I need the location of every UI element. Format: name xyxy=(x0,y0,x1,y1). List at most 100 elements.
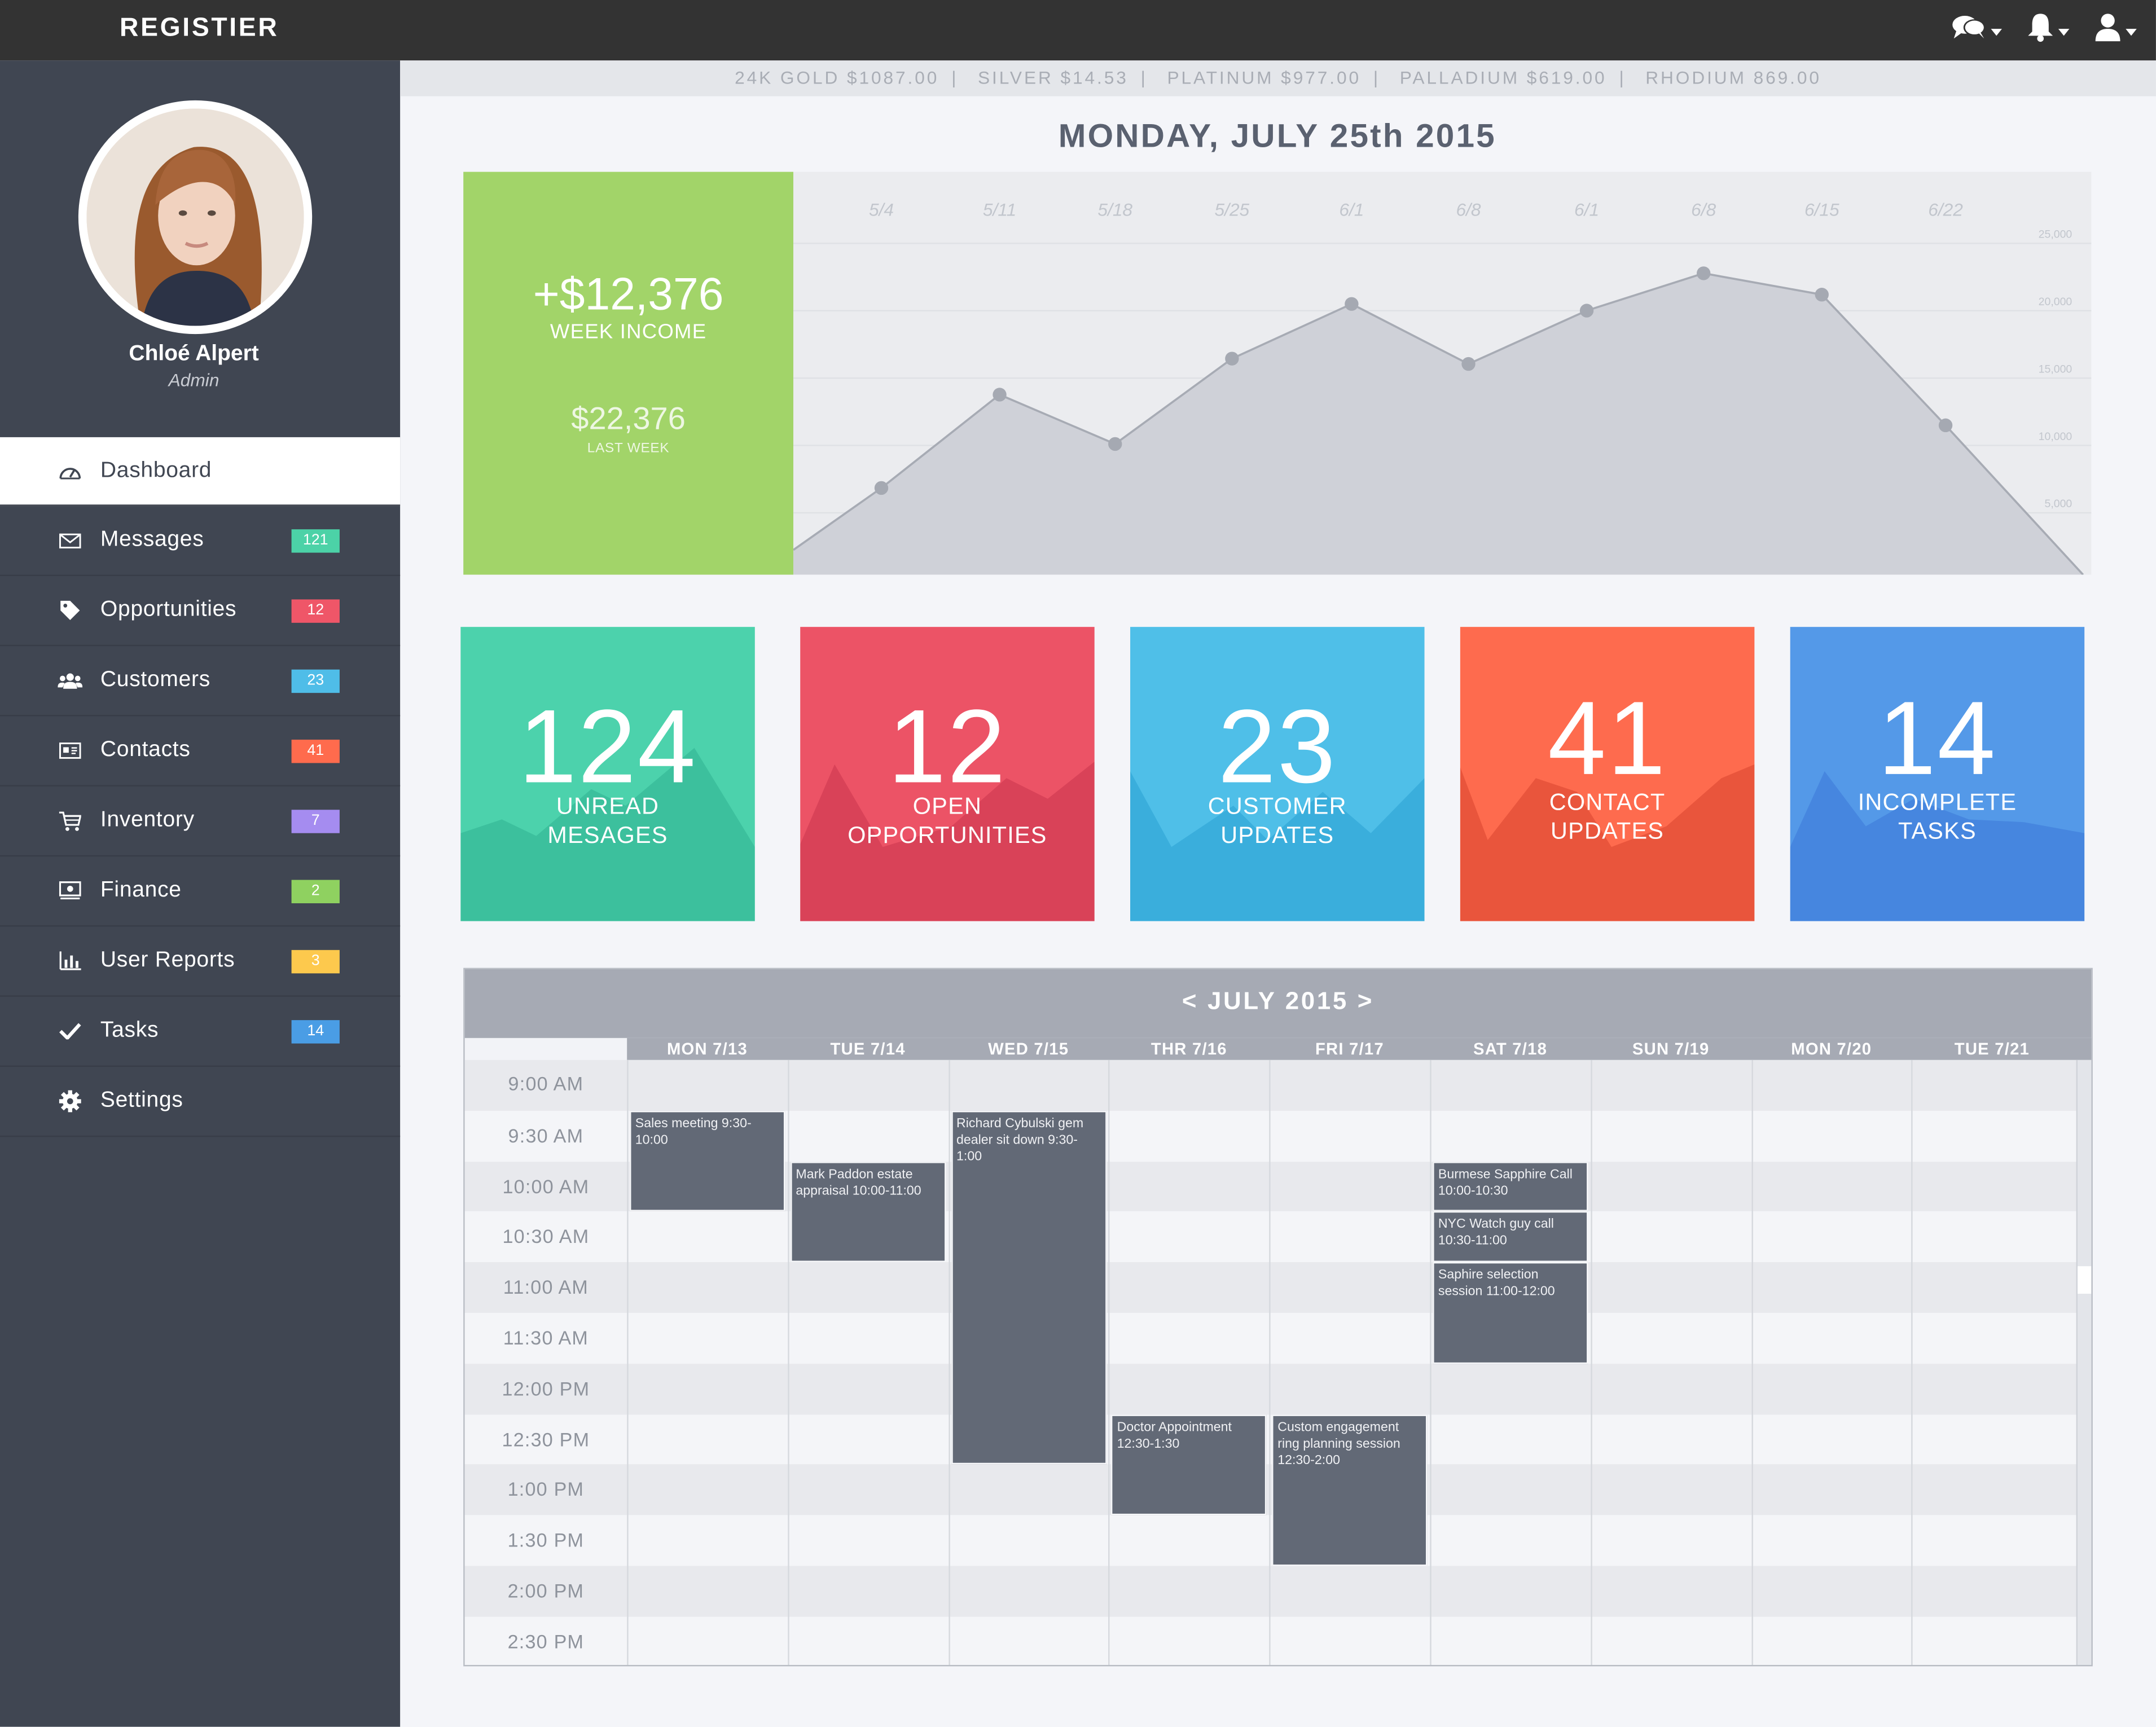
dashboard-icon xyxy=(58,460,82,482)
calendar-event[interactable]: Mark Paddon estate appraisal 10:00-11:00 xyxy=(790,1161,946,1263)
calendar-day-headers: MON 7/13 TUE 7/14 WED 7/15 THR 7/16 FRI 7/17… xyxy=(627,1038,2092,1060)
count-badge: 12 xyxy=(291,599,340,622)
calendar-month-nav[interactable]: < JULY 2015 > xyxy=(464,969,2092,1038)
top-bar: REGISTIER xyxy=(0,0,2156,61)
brand-logo[interactable]: REGISTIER xyxy=(120,14,279,44)
stat-number: 124 xyxy=(518,688,697,806)
calendar-day-header[interactable]: FRI 7/17 xyxy=(1270,1038,1430,1060)
sidebar-item-tasks[interactable]: Tasks 14 xyxy=(0,997,401,1067)
sidebar-item-label: Finance xyxy=(100,878,182,902)
x-tick-label: 6/1 xyxy=(1574,200,1599,220)
y-tick-label: 15,000 xyxy=(2039,363,2072,375)
stat-card[interactable]: 41 CONTACT UPDATES xyxy=(1460,627,1755,921)
calendar-day-header[interactable]: TUE 7/21 xyxy=(1912,1038,2072,1060)
count-badge: 2 xyxy=(291,879,340,903)
calendar-event[interactable]: NYC Watch guy call 10:30-11:00 xyxy=(1433,1211,1588,1263)
sidebar-item-contacts[interactable]: Contacts 41 xyxy=(0,717,401,786)
x-tick-label: 6/8 xyxy=(1691,200,1716,220)
sidebar-item-dashboard[interactable]: Dashboard xyxy=(0,437,401,506)
contact-card-icon xyxy=(58,740,82,762)
stat-card[interactable]: 12 OPEN OPPORTUNITIES xyxy=(800,627,1095,921)
calendar-day-header[interactable]: MON 7/20 xyxy=(1751,1038,1912,1060)
money-icon xyxy=(58,880,82,902)
chart-point xyxy=(1815,288,1829,302)
cart-icon xyxy=(58,810,82,832)
sidebar-item-label: Settings xyxy=(100,1088,183,1113)
users-icon xyxy=(58,670,83,692)
calendar-grid: 9:00 AM 9:30 AM 10:00 AM 10:30 AM 11:00 AM 11… xyxy=(464,1060,2092,1665)
profile-photo xyxy=(86,108,304,326)
income-chart: 25,000 20,000 15,000 10,000 5,000 5/4 5/11 5/18… xyxy=(792,172,2092,575)
sidebar-item-finance[interactable]: Finance 2 xyxy=(0,856,401,927)
stat-card[interactable]: 23 CUSTOMER UPDATES xyxy=(1130,627,1425,921)
income-area-chart: 25,000 20,000 15,000 10,000 5,000 5/4 5/11 5/18… xyxy=(792,200,2092,575)
sidebar-item-user-reports[interactable]: User Reports 3 xyxy=(0,926,401,997)
chart-point xyxy=(1461,357,1476,371)
calendar-event[interactable]: Custom engagement ring planning session … xyxy=(1272,1414,1428,1566)
x-tick-label: 6/15 xyxy=(1804,200,1839,220)
column-divider xyxy=(948,1060,950,1665)
tag-icon xyxy=(58,599,82,621)
stat-card[interactable]: 124 UNREAD MESAGES xyxy=(460,627,755,921)
sidebar-item-label: Inventory xyxy=(100,808,195,832)
column-divider xyxy=(1912,1060,1913,1665)
metals-ticker: 24K GOLD $1087.00 | SILVER $14.53 | PLATIN… xyxy=(400,60,2156,96)
envelope-icon xyxy=(58,529,82,551)
count-badge: 7 xyxy=(291,809,340,833)
last-week-label: LAST WEEK xyxy=(587,441,670,457)
x-tick-label: 5/4 xyxy=(869,200,894,220)
calendar-day-header[interactable]: WED 7/15 xyxy=(948,1038,1109,1060)
chart-point xyxy=(1225,351,1239,366)
calendar-day-header[interactable]: MON 7/13 xyxy=(627,1038,788,1060)
calendar-event[interactable]: Doctor Appointment 12:30-1:30 xyxy=(1111,1414,1267,1515)
notifications-menu[interactable] xyxy=(2027,12,2070,49)
chart-point xyxy=(1345,297,1359,311)
count-badge: 14 xyxy=(291,1019,340,1043)
chevron-down-icon xyxy=(2126,29,2137,36)
sidebar-item-customers[interactable]: Customers 23 xyxy=(0,646,401,717)
calendar-day-header[interactable]: THR 7/16 xyxy=(1109,1038,1270,1060)
time-label: 10:00 AM xyxy=(502,1175,590,1197)
calendar-scrollbar[interactable] xyxy=(2076,1060,2092,1665)
y-tick-label: 5,000 xyxy=(2044,498,2072,510)
scrollbar-thumb[interactable] xyxy=(2078,1266,2092,1294)
stat-number: 23 xyxy=(1218,688,1337,806)
week-income-panel: +$12,376 WEEK INCOME $22,376 LAST WEEK xyxy=(463,172,794,575)
count-badge: 121 xyxy=(291,528,340,552)
time-label: 2:30 PM xyxy=(507,1630,585,1653)
count-badge: 23 xyxy=(291,669,340,692)
ticker-item: 24K GOLD $1087.00 xyxy=(735,67,939,88)
check-icon xyxy=(58,1020,82,1042)
time-label: 2:00 PM xyxy=(507,1579,585,1602)
x-tick-label: 6/22 xyxy=(1928,200,1963,220)
time-label: 12:30 PM xyxy=(502,1427,590,1450)
ticker-item: PLATINUM $977.00 xyxy=(1167,67,1361,88)
calendar-day-header[interactable]: SAT 7/18 xyxy=(1430,1038,1591,1060)
user-icon xyxy=(2094,12,2122,49)
chevron-down-icon xyxy=(1991,29,2002,36)
chevron-down-icon xyxy=(2058,29,2070,36)
sidebar-item-opportunities[interactable]: Opportunities 12 xyxy=(0,576,401,647)
stat-card[interactable]: 14 INCOMPLETE TASKS xyxy=(1790,627,2085,921)
x-tick-label: 5/11 xyxy=(983,200,1016,220)
avatar[interactable] xyxy=(78,100,313,335)
ticker-item: PALLADIUM $619.00 xyxy=(1399,67,1607,88)
bar-chart-icon xyxy=(58,950,82,972)
stat-label: OPEN OPPORTUNITIES xyxy=(848,793,1047,849)
chat-menu[interactable] xyxy=(1951,13,2002,47)
sidebar-item-inventory[interactable]: Inventory 7 xyxy=(0,786,401,857)
x-tick-label: 6/8 xyxy=(1456,200,1481,220)
time-label: 12:00 PM xyxy=(502,1377,590,1400)
calendar-event[interactable]: Richard Cybulski gem dealer sit down 9:3… xyxy=(951,1110,1106,1465)
sidebar-item-settings[interactable]: Settings xyxy=(0,1067,401,1137)
calendar-event[interactable]: Saphire selection session 11:00-12:00 xyxy=(1433,1262,1588,1364)
calendar-event[interactable]: Sales meeting 9:30-10:00 xyxy=(630,1110,785,1212)
calendar-day-header[interactable]: TUE 7/14 xyxy=(788,1038,949,1060)
gear-icon xyxy=(58,1090,82,1113)
ticker-item: SILVER $14.53 xyxy=(978,67,1129,88)
user-menu[interactable] xyxy=(2094,12,2137,49)
sidebar-item-messages[interactable]: Messages 121 xyxy=(0,506,401,577)
count-badge: 3 xyxy=(291,949,340,973)
calendar-event[interactable]: Burmese Sapphire Call 10:00-10:30 xyxy=(1433,1161,1588,1212)
calendar-day-header[interactable]: SUN 7/19 xyxy=(1591,1038,1751,1060)
